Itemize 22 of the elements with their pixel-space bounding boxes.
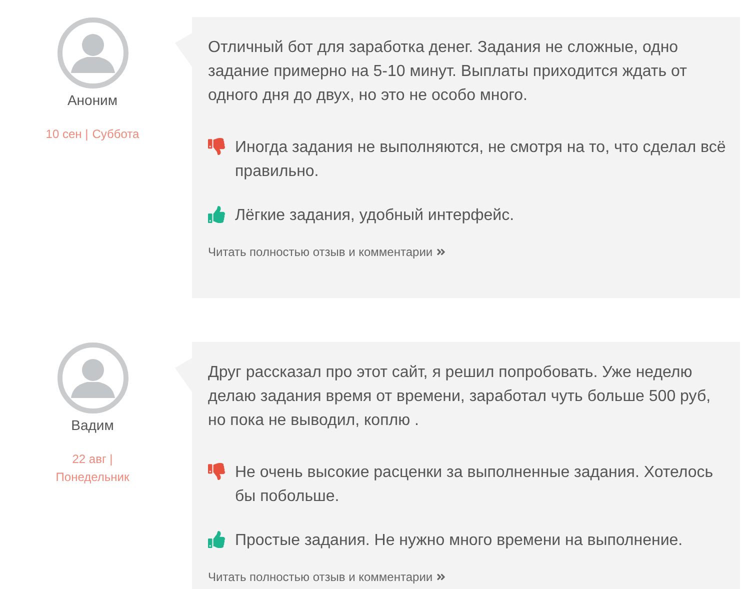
double-chevron-icon: [436, 247, 446, 257]
review-weekday: Суббота: [92, 126, 140, 143]
author-name: Вадим: [71, 416, 114, 435]
review-point: Лёгкие задания, удобный интерфейс.: [235, 206, 514, 226]
review-text: Отличный бот для заработка денег. Задания не сложные, одно задание примерно на 5-10 минут. Выплаты приходится ждать от одного дня до двух, но это не особо много.: [208, 38, 688, 106]
review-weekday: Понедельник: [56, 469, 130, 486]
read-more-link[interactable]: Читать полностью отзыв и комментарии: [208, 568, 446, 586]
review-point: Иногда задания не выполняются, не смотря на то, что сделал всё правильно.: [235, 138, 726, 182]
thumbs-down-icon: [208, 463, 225, 480]
double-chevron-icon: [436, 572, 446, 582]
avatar-icon: [56, 17, 128, 89]
review-point: Не очень высокие расценки за выполненные задания. Хотелось бы побольше.: [235, 463, 714, 507]
review-text: Друг рассказал про этот сайт, я решил попробовать. Уже неделю делаю задания время от времени, заработал чуть больше 500 руб, но пока не выводил, коплю .: [208, 363, 712, 431]
thumbs-up-icon: [208, 531, 225, 548]
thumbs-up-icon: [208, 206, 225, 223]
review-date: 22 авг |: [72, 451, 113, 468]
author-name: Аноним: [67, 91, 118, 110]
read-more-link[interactable]: Читать полностью отзыв и комментарии: [208, 243, 446, 261]
avatar-icon: [56, 342, 128, 414]
thumbs-down-icon: [208, 138, 225, 155]
review-point: Простые задания. Не нужно много времени на выполнение.: [235, 531, 683, 551]
review-date: 10 сен |: [46, 126, 88, 143]
